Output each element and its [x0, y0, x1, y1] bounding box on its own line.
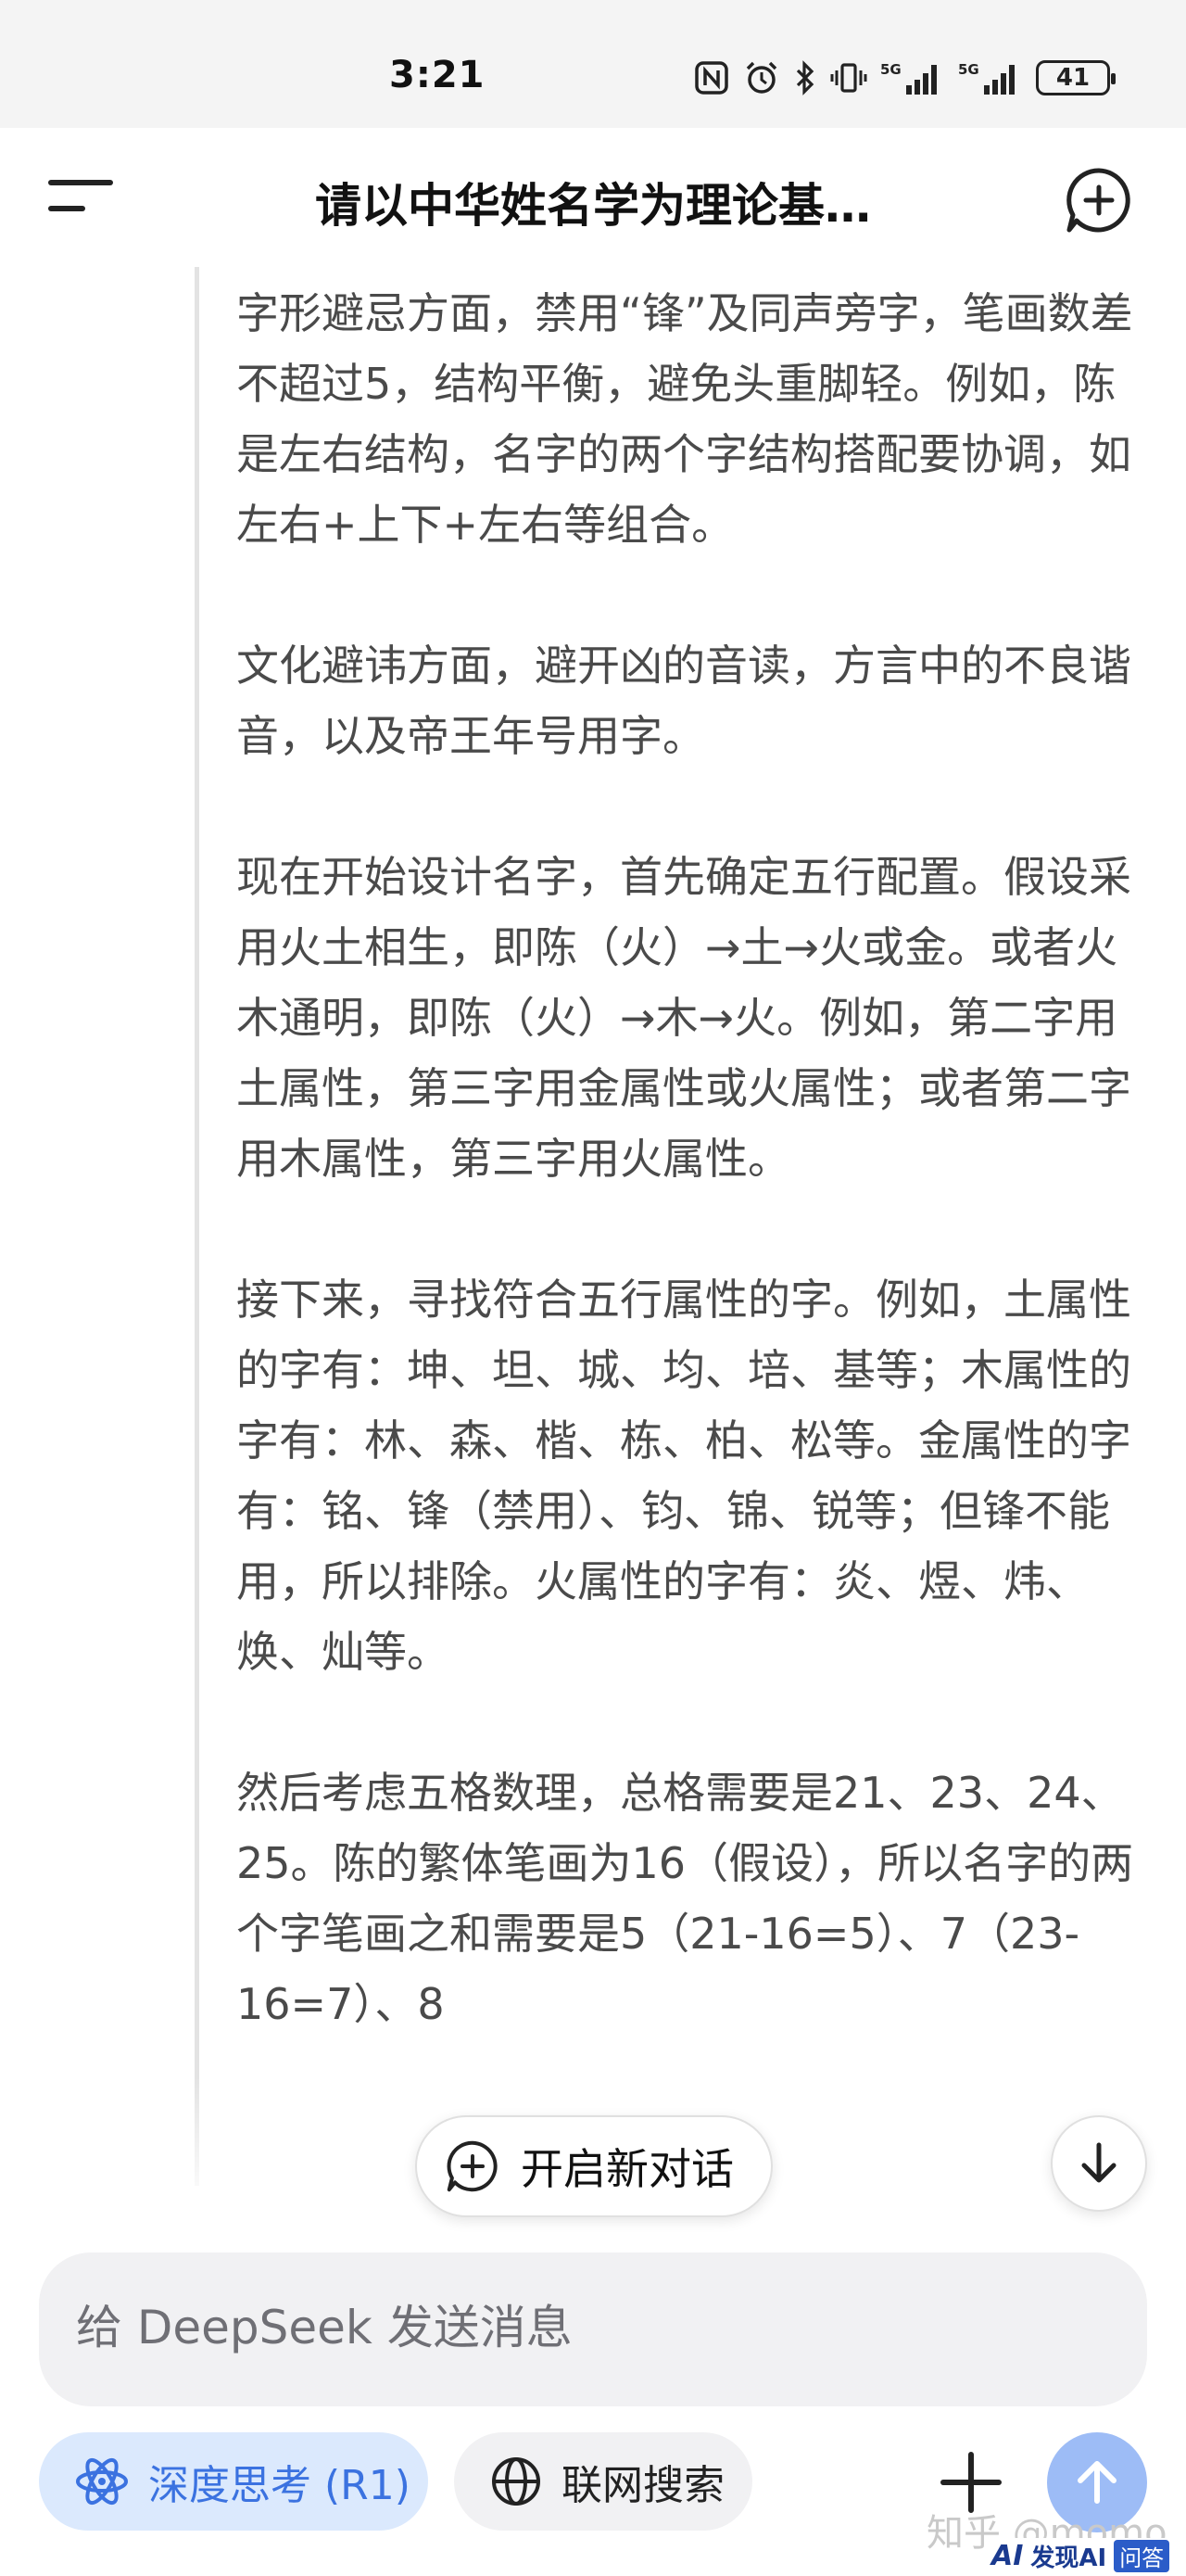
menu-icon-line — [48, 206, 85, 211]
chat-plus-icon — [447, 2140, 498, 2192]
menu-icon — [48, 180, 113, 185]
svg-text:5G: 5G — [958, 61, 979, 78]
scroll-to-bottom-button[interactable] — [1051, 2115, 1147, 2212]
message-input[interactable] — [76, 2295, 1095, 2360]
deep-think-toggle[interactable]: 深度思考 (R1) — [39, 2432, 428, 2531]
nfc-icon — [693, 59, 730, 96]
thinking-divider — [195, 267, 199, 2186]
svg-text:5G: 5G — [880, 61, 902, 78]
brand-ai-mark: AI — [991, 2539, 1024, 2572]
new-chat-button[interactable] — [1064, 165, 1134, 235]
status-icons: 5G 5G 41 — [693, 57, 1116, 98]
deep-think-label: 深度思考 (R1) — [148, 2462, 410, 2509]
status-time: 3:21 — [389, 54, 486, 96]
globe-icon — [492, 2457, 540, 2506]
arrow-down-icon — [1081, 2142, 1117, 2183]
signal-5g-icon: 5G — [880, 59, 945, 96]
brand-qa: 问答 — [1114, 2539, 1170, 2572]
brand-watermark: AI 发现AI 问答 — [986, 2538, 1176, 2573]
battery-level: 41 — [1055, 64, 1091, 92]
web-search-label: 联网搜索 — [561, 2462, 725, 2509]
bluetooth-icon — [793, 59, 817, 96]
status-bar: 3:21 5G 5G 41 — [0, 0, 1186, 128]
atom-icon — [76, 2457, 128, 2506]
thinking-paragraph: 现在开始设计名字，首先确定五行配置。假设采用火土相生，即陈（火）→土→火或金。或… — [236, 852, 1131, 1184]
start-new-chat-button[interactable]: 开启新对话 — [415, 2115, 773, 2217]
chat-title: 请以中华姓名学为理论基… — [315, 179, 871, 233]
battery-indicator: 41 — [1036, 60, 1116, 95]
thinking-paragraph: 文化避讳方面，避开凶的音读，方言中的不良谐音，以及帝王年号用字。 — [236, 641, 1131, 761]
chat-content[interactable]: 字形避忌方面，禁用“锋”及同声旁字，笔画数差不超过5，结构平衡，避免头重脚轻。例… — [0, 267, 1186, 2186]
thinking-paragraph: 字形避忌方面，禁用“锋”及同声旁字，笔画数差不超过5，结构平衡，避免头重脚轻。例… — [236, 288, 1133, 550]
signal-5g-icon-2: 5G — [958, 59, 1023, 96]
chat-plus-icon — [1066, 168, 1130, 233]
thinking-paragraph: 接下来，寻找符合五行属性的字。例如，土属性的字有：坤、坦、城、均、培、基等；木属… — [236, 1275, 1131, 1677]
brand-name: 发现AI — [1030, 2544, 1107, 2572]
alarm-icon — [743, 59, 780, 96]
menu-button[interactable] — [48, 174, 115, 221]
app-header: 请以中华姓名学为理论基… — [0, 128, 1186, 267]
start-new-chat-label: 开启新对话 — [521, 2144, 734, 2194]
thinking-paragraph: 然后考虑五格数理，总格需要是21、23、24、25。陈的繁体笔画为16（假设），… — [236, 1768, 1134, 2029]
arrow-up-icon — [1078, 2461, 1117, 2504]
vibrate-icon — [830, 59, 867, 96]
web-search-toggle[interactable]: 联网搜索 — [454, 2432, 752, 2531]
message-input-box[interactable] — [39, 2252, 1147, 2406]
thinking-process: 字形避忌方面，禁用“锋”及同声旁字，笔画数差不超过5，结构平衡，避免头重脚轻。例… — [236, 278, 1149, 2110]
